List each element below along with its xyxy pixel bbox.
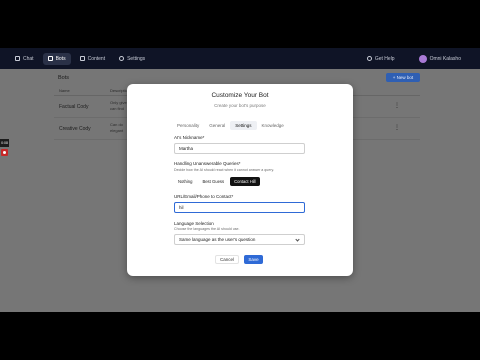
description-line: elegant [110, 128, 124, 133]
nav-right: Get Help Omni Kalasho [362, 52, 470, 66]
nickname-label: AI's Nickname* [174, 135, 205, 140]
nav-item-content[interactable]: Content [75, 53, 111, 65]
nav-label: Content [87, 55, 106, 62]
more-options-icon[interactable]: ⋮ [394, 124, 400, 131]
chevron-down-icon [295, 237, 300, 242]
record-icon [3, 151, 6, 154]
cancel-button[interactable]: Cancel [215, 255, 239, 264]
bot-description: Can do elegant [110, 122, 123, 134]
app-window: Chat Bots Content Settings Get Help Omni… [0, 48, 480, 312]
help-label: Get Help [374, 55, 395, 62]
help-icon [366, 56, 372, 61]
bot-name: Creative Cody [59, 126, 91, 132]
nav-label: Bots [55, 55, 66, 62]
unanswerable-hint: Decide how the AI should react when it c… [174, 168, 275, 172]
contact-label: URL/Email/Phone to Contact* [174, 194, 234, 199]
content-icon [79, 56, 85, 61]
option-contact-hill[interactable]: Contact Hill [230, 177, 260, 186]
language-hint: Choose the languages the AI should use. [174, 227, 240, 231]
nav-item-bots[interactable]: Bots [42, 52, 71, 65]
description-line: can find [110, 106, 125, 111]
unanswerable-options: Nothing Best Guess Contact Hill [174, 177, 260, 186]
column-header-name: Name [59, 88, 70, 93]
bot-icon [47, 56, 53, 61]
tab-general[interactable]: General [204, 121, 230, 130]
unanswerable-label: Handling Unanswerable Queries* [174, 161, 241, 166]
nickname-input[interactable]: Martha [174, 143, 305, 154]
bot-description: Only give can find [110, 100, 127, 112]
tab-knowledge[interactable]: Knowledge [257, 121, 289, 130]
user-name: Omni Kalasho [429, 55, 461, 62]
nav-item-chat[interactable]: Chat [10, 53, 39, 65]
user-menu[interactable]: Omni Kalasho [414, 52, 466, 66]
option-nothing[interactable]: Nothing [174, 177, 196, 186]
modal-title: Customize Your Bot [211, 92, 269, 99]
bot-name: Factual Cody [59, 104, 89, 110]
contact-input[interactable]: hil [174, 202, 305, 213]
nav-label: Settings [127, 55, 146, 62]
nav-item-settings[interactable]: Settings [114, 53, 150, 65]
option-best-guess[interactable]: Best Guess [198, 177, 228, 186]
language-selected-value: Same language as the user's question [179, 237, 256, 242]
gear-icon [119, 56, 125, 61]
save-button[interactable]: Save [244, 255, 263, 264]
get-help-link[interactable]: Get Help [362, 53, 400, 65]
record-button[interactable] [1, 149, 8, 156]
tab-settings[interactable]: Settings [230, 120, 257, 130]
top-nav: Chat Bots Content Settings Get Help Omni… [0, 48, 480, 69]
recording-timer: 0:08 [0, 139, 9, 147]
page-title: Bots [58, 75, 70, 81]
modal-tabs: Personality General Settings Knowledge [172, 120, 308, 130]
new-bot-button[interactable]: + New bot [386, 73, 420, 82]
more-options-icon[interactable]: ⋮ [394, 102, 400, 109]
tab-personality[interactable]: Personality [172, 121, 204, 130]
avatar [418, 54, 427, 63]
language-label: Language Selection [174, 221, 214, 226]
customize-bot-modal: Customize Your Bot Create your bot's pur… [127, 84, 353, 276]
language-select[interactable]: Same language as the user's question [174, 234, 305, 245]
nav-label: Chat [23, 55, 34, 62]
chat-icon [15, 56, 20, 61]
modal-subtitle: Create your bot's purpose [214, 103, 266, 108]
